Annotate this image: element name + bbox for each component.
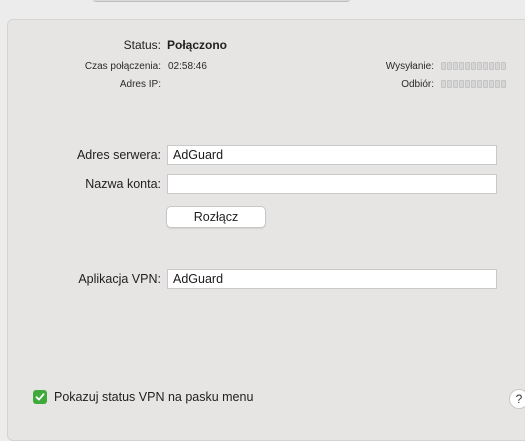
meter-segment [453, 62, 458, 70]
meter-segment [471, 80, 476, 88]
meter-segment [453, 80, 458, 88]
show-vpn-status-checkbox[interactable] [33, 390, 47, 404]
vpn-app-field[interactable]: AdGuard [167, 269, 497, 289]
meter-segment [441, 62, 446, 70]
show-vpn-status-label: Pokazuj status VPN na pasku menu [54, 390, 254, 404]
status-label: Status: [123, 38, 161, 52]
meter-segment [501, 80, 506, 88]
meter-segment [495, 80, 500, 88]
ip-address-label: Adres IP: [119, 79, 161, 90]
sent-label: Wysyłanie: [385, 61, 434, 72]
meter-segment [465, 80, 470, 88]
meter-segment [489, 80, 494, 88]
show-vpn-status-option[interactable]: Pokazuj status VPN na pasku menu [33, 390, 253, 404]
meter-segment [477, 62, 482, 70]
meter-segment [483, 80, 488, 88]
received-traffic-meter [441, 80, 506, 89]
meter-segment [471, 62, 476, 70]
account-name-label: Nazwa konta: [85, 177, 161, 191]
meter-segment [447, 80, 452, 88]
vpn-app-label: Aplikacja VPN: [78, 272, 161, 286]
meter-segment [501, 62, 506, 70]
meter-segment [477, 80, 482, 88]
meter-segment [447, 62, 452, 70]
received-label: Odbiór: [401, 79, 434, 90]
server-address-field[interactable]: AdGuard [167, 145, 497, 165]
meter-segment [459, 80, 464, 88]
meter-segment [459, 62, 464, 70]
connection-time-value: 02:58:46 [168, 61, 207, 72]
status-value: Połączono [167, 38, 228, 52]
connection-time-label: Czas połączenia: [84, 61, 161, 72]
meter-segment [441, 80, 446, 88]
meter-segment [495, 62, 500, 70]
server-address-label: Adres serwera: [76, 148, 161, 162]
account-name-field[interactable] [167, 174, 497, 194]
meter-segment [465, 62, 470, 70]
checkmark-icon [35, 393, 45, 401]
sent-traffic-meter [441, 62, 506, 71]
disconnect-button[interactable]: Rozłącz [166, 206, 266, 228]
meter-segment [489, 62, 494, 70]
meter-segment [483, 62, 488, 70]
top-tab-edge [93, 0, 350, 2]
help-button[interactable]: ? [509, 389, 525, 409]
